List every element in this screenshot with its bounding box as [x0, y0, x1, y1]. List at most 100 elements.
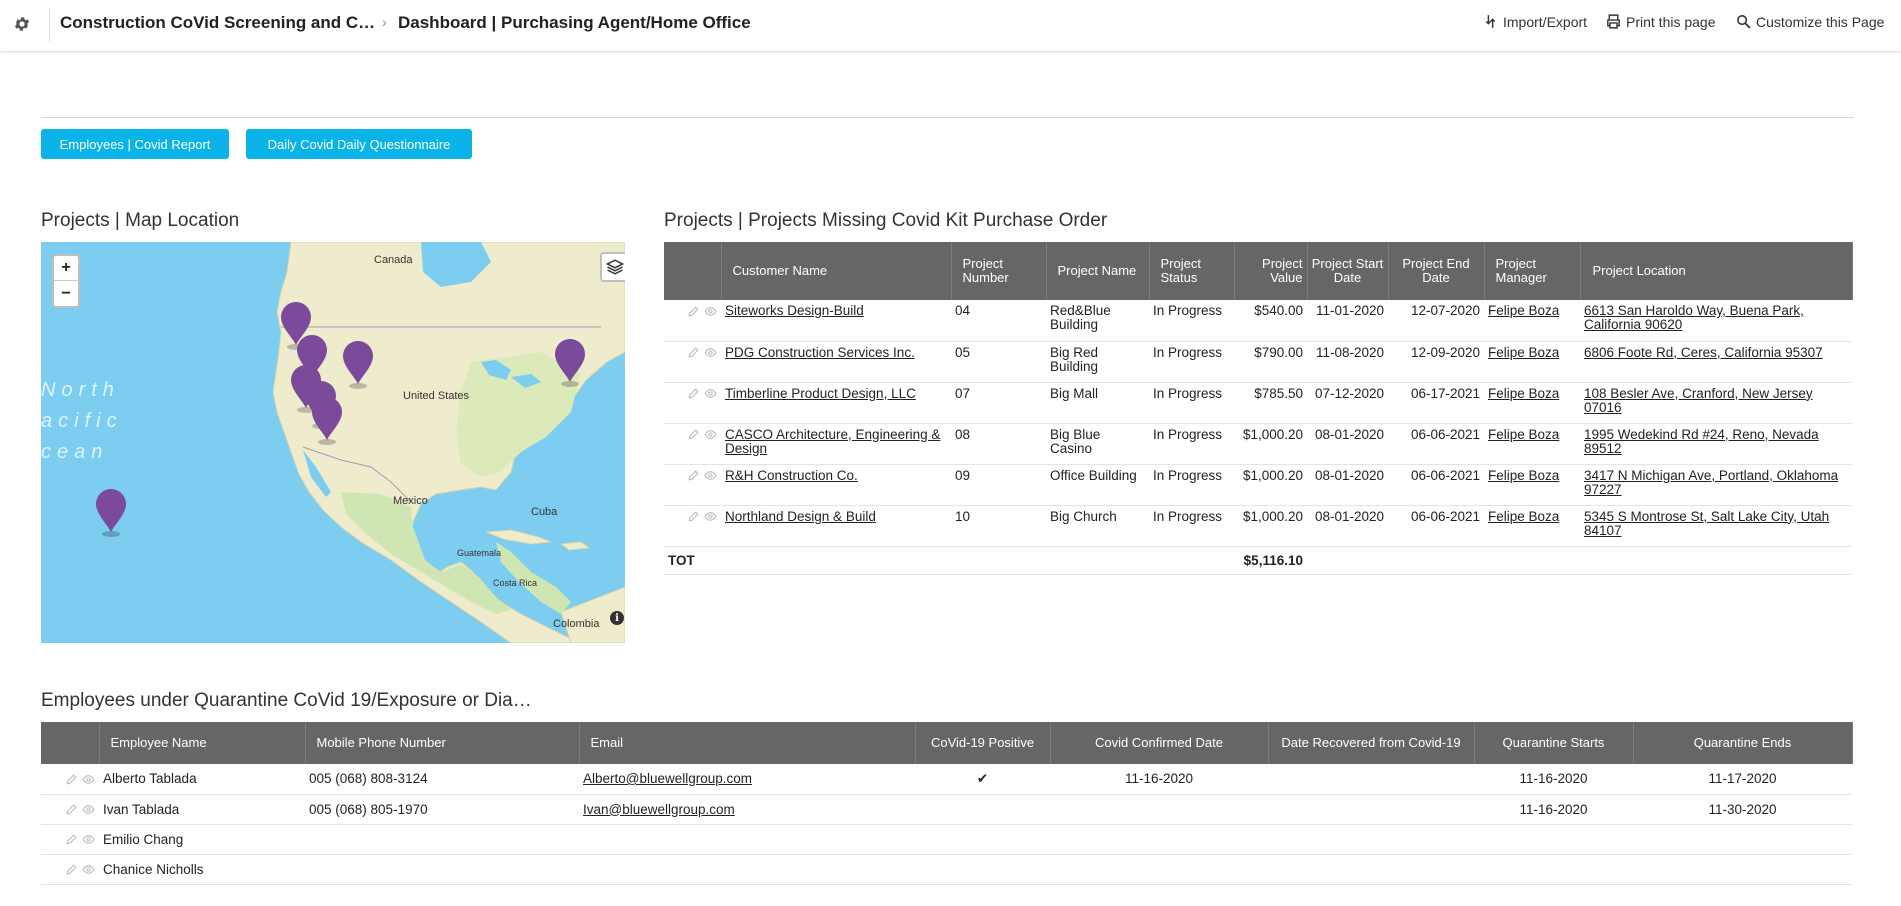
table-row[interactable]: PDG Construction Services Inc. 05 Big Red … — [664, 341, 1852, 383]
column-header[interactable]: Project Manager — [1484, 242, 1581, 300]
edit-pencil-icon[interactable] — [687, 428, 700, 441]
column-header[interactable]: Customer Name — [721, 242, 952, 300]
daily-questionnaire-button[interactable]: Daily Covid Daily Questionnaire — [246, 129, 472, 159]
edit-pencil-icon[interactable] — [65, 803, 78, 816]
view-eye-icon[interactable] — [82, 833, 95, 846]
column-header[interactable]: Email — [579, 722, 916, 764]
content-divider — [41, 117, 1854, 118]
customer-name-link[interactable]: Northland Design & Build — [725, 509, 876, 524]
project-location-link[interactable]: 6613 San Haroldo Way, Buena Park, Califo… — [1584, 303, 1804, 332]
employees-section-title: Employees under Quarantine CoVid 19/Expo… — [41, 690, 532, 711]
quarantine-ends-cell — [1633, 854, 1852, 885]
view-eye-icon[interactable] — [704, 305, 717, 318]
date-recovered-cell — [1268, 824, 1474, 855]
customer-name-link[interactable]: Timberline Product Design, LLC — [725, 386, 916, 401]
import-export-button[interactable]: Import/Export — [1482, 13, 1587, 30]
customer-name-link[interactable]: R&H Construction Co. — [725, 468, 858, 483]
column-header[interactable]: CoVid-19 Positive — [915, 722, 1051, 764]
edit-pencil-icon[interactable] — [687, 346, 700, 359]
project-status-cell: In Progress — [1149, 341, 1234, 383]
column-header[interactable]: Project End Date — [1388, 242, 1485, 300]
printer-icon — [1607, 14, 1620, 29]
column-header[interactable]: Project Number — [951, 242, 1047, 300]
customer-name-link-cell: CASCO Architecture, Engineering & Design — [721, 423, 951, 465]
view-eye-icon[interactable] — [82, 773, 95, 786]
project-location-link[interactable]: 6806 Foote Rd, Ceres, California 95307 — [1584, 345, 1823, 360]
project-manager-link[interactable]: Felipe Boza — [1488, 386, 1559, 401]
table-row[interactable]: Chanice Nicholls — [41, 854, 1852, 885]
project-value-cell: $785.50 — [1234, 382, 1307, 424]
table-row[interactable]: Alberto Tablada 005 (068) 808-3124 Alberto… — [41, 764, 1852, 795]
project-manager-link[interactable]: Felipe Boza — [1488, 509, 1559, 524]
map-marker-icon[interactable] — [312, 397, 342, 445]
column-header[interactable]: Date Recovered from Covid-19 — [1268, 722, 1475, 764]
map-info-icon[interactable]: i — [610, 611, 624, 625]
email-link[interactable]: Ivan@bluewellgroup.com — [583, 802, 735, 817]
quarantine-ends: 11-30-2020 — [1708, 801, 1777, 817]
view-eye-icon[interactable] — [82, 863, 95, 876]
edit-pencil-icon[interactable] — [65, 773, 78, 786]
project-name-cell: Office Building — [1046, 464, 1149, 506]
project-manager-link[interactable]: Felipe Boza — [1488, 468, 1559, 483]
projects-map[interactable]: Canada United States Mexico Cuba Guatema… — [41, 242, 625, 643]
zoom-out-button[interactable]: − — [54, 281, 78, 306]
column-header[interactable]: Project Start Date — [1307, 242, 1389, 300]
view-eye-icon[interactable] — [704, 428, 717, 441]
edit-pencil-icon[interactable] — [65, 863, 78, 876]
layers-button[interactable] — [600, 252, 625, 282]
edit-pencil-icon[interactable] — [687, 469, 700, 482]
map-marker-icon[interactable] — [96, 489, 126, 537]
edit-pencil-icon[interactable] — [687, 305, 700, 318]
view-eye-icon[interactable] — [704, 469, 717, 482]
project-manager-link[interactable]: Felipe Boza — [1488, 345, 1559, 360]
project-name: Big Blue Casino — [1050, 426, 1101, 456]
column-header[interactable]: Project Location — [1580, 242, 1853, 300]
employees-covid-report-button[interactable]: Employees | Covid Report — [41, 129, 229, 159]
edit-pencil-icon[interactable] — [65, 833, 78, 846]
view-eye-icon[interactable] — [704, 387, 717, 400]
map-marker-icon[interactable] — [555, 339, 585, 387]
view-eye-icon[interactable] — [704, 346, 717, 359]
quarantine-starts-cell — [1474, 824, 1633, 855]
column-header[interactable]: Mobile Phone Number — [305, 722, 580, 764]
customize-button[interactable]: Customize this Page — [1735, 13, 1884, 30]
table-row[interactable]: Emilio Chang — [41, 824, 1852, 855]
project-location-link[interactable]: 5345 S Montrose St, Salt Lake City, Utah… — [1584, 509, 1829, 538]
table-row[interactable]: Siteworks Design-Build 04 Red&Blue Buildin… — [664, 300, 1852, 342]
project-manager-link[interactable]: Felipe Boza — [1488, 303, 1559, 318]
edit-pencil-icon[interactable] — [687, 387, 700, 400]
customer-name-link[interactable]: CASCO Architecture, Engineering & Design — [725, 427, 940, 456]
project-location-link[interactable]: 3417 N Michigan Ave, Portland, Oklahoma … — [1584, 468, 1838, 497]
column-header[interactable]: Quarantine Starts — [1474, 722, 1634, 764]
project-location-link-cell: 6613 San Haroldo Way, Buena Park, Califo… — [1580, 300, 1852, 342]
column-header[interactable]: Project Name — [1046, 242, 1150, 300]
column-header[interactable]: Quarantine Ends — [1633, 722, 1853, 764]
map-marker-icon[interactable] — [343, 341, 373, 389]
customer-name-link[interactable]: Siteworks Design-Build — [725, 303, 864, 318]
project-value-cell: $1,000.20 — [1234, 505, 1307, 547]
project-location-link[interactable]: 108 Besler Ave, Cranford, New Jersey 070… — [1584, 386, 1813, 415]
zoom-in-button[interactable]: + — [54, 256, 78, 281]
view-eye-icon[interactable] — [82, 803, 95, 816]
project-status: In Progress — [1153, 426, 1223, 442]
table-row[interactable]: Ivan Tablada 005 (068) 805-1970 Ivan@bluew… — [41, 794, 1852, 825]
edit-pencil-icon[interactable] — [687, 510, 700, 523]
column-header[interactable]: Employee Name — [99, 722, 306, 764]
project-manager-link[interactable]: Felipe Boza — [1488, 427, 1559, 442]
project-number-cell: 05 — [951, 341, 1046, 383]
column-header[interactable]: Project Value — [1234, 242, 1308, 300]
email-link[interactable]: Alberto@bluewellgroup.com — [583, 771, 752, 786]
column-header[interactable]: Project Status — [1149, 242, 1235, 300]
mobile-phone-cell — [305, 824, 579, 855]
table-row[interactable]: Timberline Product Design, LLC 07 Big Mall… — [664, 382, 1852, 424]
print-button[interactable]: Print this page — [1605, 13, 1716, 30]
table-row[interactable]: R&H Construction Co. 09 Office Building In … — [664, 464, 1852, 506]
breadcrumb-app-title[interactable]: Construction CoVid Screening and C… — [60, 13, 375, 33]
customer-name-link[interactable]: PDG Construction Services Inc. — [725, 345, 915, 360]
column-header[interactable]: Covid Confirmed Date — [1050, 722, 1269, 764]
table-row[interactable]: CASCO Architecture, Engineering & Design… — [664, 423, 1852, 465]
table-row[interactable]: Northland Design & Build 10 Big Church In P… — [664, 505, 1852, 547]
gear-icon[interactable] — [13, 15, 31, 33]
view-eye-icon[interactable] — [704, 510, 717, 523]
project-location-link[interactable]: 1995 Wedekind Rd #24, Reno, Nevada 89512 — [1584, 427, 1819, 456]
